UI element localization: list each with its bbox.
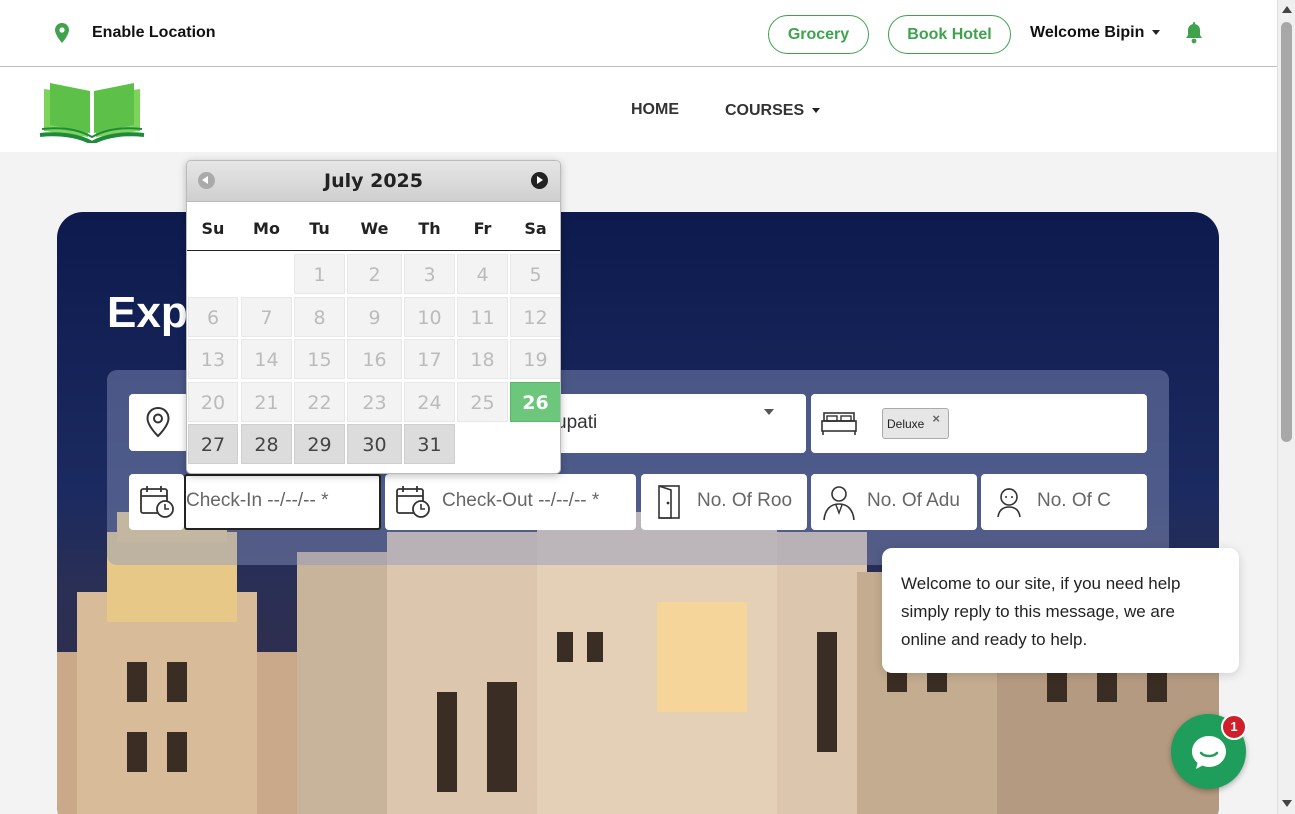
- calendar-day: 7: [241, 296, 292, 337]
- scroll-up-icon[interactable]: [1282, 6, 1292, 13]
- calendar-day[interactable]: 26: [510, 381, 560, 422]
- weekday-sa: Sa: [524, 219, 547, 238]
- weekday-mo: Mo: [253, 219, 280, 238]
- checkin-icon-box: [129, 474, 184, 530]
- calendar-day: 25: [457, 381, 508, 422]
- calendar-day: 15: [294, 339, 345, 379]
- weekday-we: We: [360, 219, 389, 238]
- destination-field[interactable]: [129, 394, 189, 451]
- calendar-day[interactable]: 29: [294, 424, 345, 464]
- calendar-clock-icon: [140, 486, 174, 518]
- scroll-thumb[interactable]: [1281, 22, 1292, 442]
- datepicker-header: July 2025: [187, 161, 560, 202]
- adults-placeholder: No. Of Adu: [867, 490, 960, 511]
- calendar-day: 21: [241, 381, 292, 422]
- door-icon: [658, 485, 680, 519]
- rooms-count-input[interactable]: No. Of Roo: [641, 474, 807, 530]
- book-hotel-button[interactable]: Book Hotel: [888, 15, 1011, 54]
- scroll-down-icon[interactable]: [1282, 800, 1292, 807]
- calendar-day: 10: [404, 296, 455, 337]
- book-logo-icon[interactable]: [38, 75, 146, 143]
- room-type-tag: Deluxe ×: [882, 408, 949, 439]
- calendar-day: 11: [457, 296, 508, 337]
- calendar-day: 16: [347, 339, 402, 379]
- bed-icon: [821, 412, 857, 435]
- datepicker-month-title: July 2025: [324, 170, 423, 192]
- location-pin-icon: [146, 406, 170, 438]
- city-value: upati: [556, 412, 598, 433]
- checkin-date-input[interactable]: Check-In --/--/-- *: [184, 474, 381, 530]
- map-pin-icon[interactable]: [55, 23, 69, 43]
- main-nav: HOME COURSES: [0, 67, 1277, 152]
- calendar-clock-icon: [396, 486, 430, 518]
- rooms-placeholder: No. Of Roo: [697, 490, 793, 511]
- calendar-day: 22: [294, 381, 345, 422]
- remove-tag-icon[interactable]: ×: [932, 411, 940, 426]
- calendar-day: 23: [347, 381, 402, 422]
- courses-label: COURSES: [725, 102, 805, 119]
- top-bar: Enable Location Grocery Book Hotel Welco…: [0, 0, 1277, 67]
- chat-welcome-message[interactable]: Welcome to our site, if you need help si…: [882, 548, 1239, 673]
- calendar-day: 19: [510, 339, 560, 379]
- nav-courses-dropdown[interactable]: COURSES: [725, 102, 821, 120]
- datepicker-popup: July 2025 Su Mo Tu We Th Fr Sa 1 2 3 4 5 6 7 8 9 10 11 12…: [186, 160, 561, 474]
- calendar-day[interactable]: 27: [188, 424, 238, 464]
- weekday-tu: Tu: [309, 219, 330, 238]
- bell-icon[interactable]: [1184, 22, 1204, 44]
- enable-location-link[interactable]: Enable Location: [92, 24, 216, 42]
- user-menu-toggle[interactable]: Welcome Bipin: [1030, 24, 1161, 42]
- checkout-date-input[interactable]: Check-Out --/--/-- *: [385, 474, 636, 530]
- calendar-day: 12: [510, 296, 560, 337]
- page-scrollbar[interactable]: [1277, 0, 1295, 814]
- checkin-placeholder: Check-In --/--/-- *: [186, 490, 329, 511]
- welcome-label: Welcome Bipin: [1030, 24, 1145, 41]
- chat-bubble-icon: [1192, 736, 1226, 769]
- chevron-down-icon: [1152, 30, 1161, 36]
- calendar-day: 1: [294, 254, 345, 294]
- weekday-su: Su: [201, 219, 225, 238]
- nav-home-link[interactable]: HOME: [631, 101, 679, 119]
- calendar-day[interactable]: 30: [347, 424, 402, 464]
- adult-person-icon: [823, 486, 855, 521]
- weekday-th: Th: [418, 219, 441, 238]
- calendar-day[interactable]: 31: [404, 424, 455, 464]
- room-type-select[interactable]: Deluxe ×: [811, 394, 1147, 453]
- weekday-fr: Fr: [473, 219, 492, 238]
- calendar-day: 13: [188, 339, 238, 379]
- calendar-day[interactable]: 28: [241, 424, 292, 464]
- calendar-day: 9: [347, 296, 402, 337]
- child-face-icon: [997, 488, 1021, 518]
- calendar-day: 4: [457, 254, 508, 294]
- chevron-down-icon: [812, 108, 821, 114]
- calendar-day: 17: [404, 339, 455, 379]
- calendar-day: 2: [347, 254, 402, 294]
- adults-count-input[interactable]: No. Of Adu: [811, 474, 977, 530]
- next-month-icon[interactable]: [531, 172, 548, 189]
- weekday-header-row: Su Mo Tu We Th Fr Sa: [187, 217, 560, 251]
- calendar-day: 20: [188, 381, 238, 422]
- calendar-day: 6: [188, 296, 238, 337]
- checkout-placeholder: Check-Out --/--/-- *: [442, 490, 600, 511]
- calendar-day: 18: [457, 339, 508, 379]
- room-type-tag-label: Deluxe: [887, 417, 925, 431]
- chat-unread-badge: 1: [1221, 714, 1247, 740]
- calendar-day: 3: [404, 254, 455, 294]
- dropdown-caret-icon: [764, 409, 774, 415]
- grocery-button[interactable]: Grocery: [768, 15, 869, 54]
- children-placeholder: No. Of C: [1037, 490, 1111, 511]
- calendar-day: 5: [510, 254, 560, 294]
- calendar-day: 14: [241, 339, 292, 379]
- calendar-day: 24: [404, 381, 455, 422]
- calendar-day: 8: [294, 296, 345, 337]
- children-count-input[interactable]: No. Of C: [981, 474, 1147, 530]
